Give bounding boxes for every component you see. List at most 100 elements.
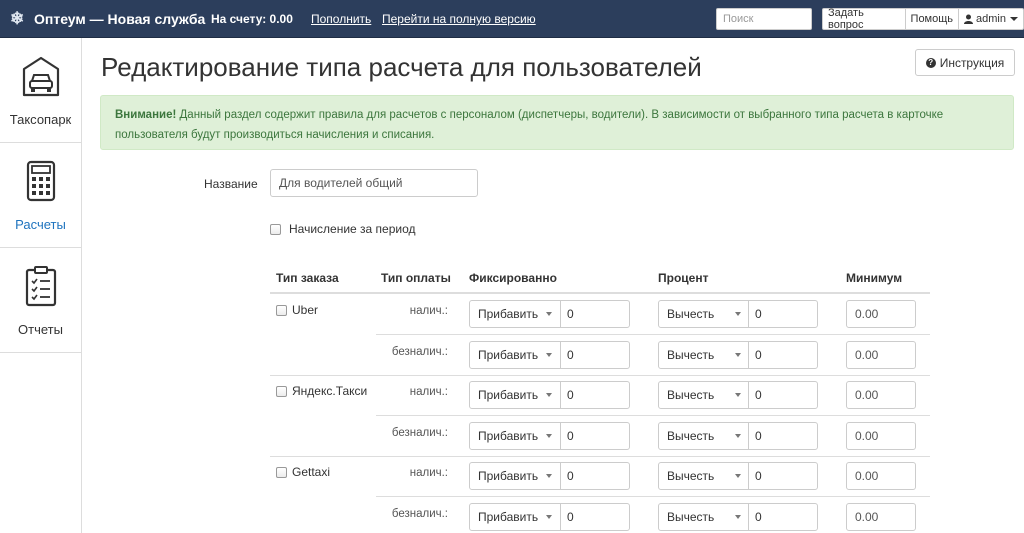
minimum-amount-input[interactable] bbox=[846, 381, 916, 409]
instruction-button-label: Инструкция bbox=[939, 55, 1005, 70]
order-type-checkbox[interactable] bbox=[276, 466, 287, 478]
sidebar-item-reports[interactable]: Отчеты bbox=[0, 248, 81, 353]
percent-operation-value: Вычесть bbox=[667, 348, 715, 362]
percent-operation-select[interactable]: Вычесть bbox=[658, 300, 750, 328]
payment-type-label: безналич.: bbox=[391, 427, 448, 439]
fixed-amount-input[interactable] bbox=[560, 341, 630, 369]
page-title: Редактирование типа расчета для пользова… bbox=[101, 52, 702, 82]
search-input[interactable] bbox=[716, 8, 812, 30]
header-percent: Процент bbox=[658, 271, 709, 285]
top-navbar: ❄ Оптеум — Новая служба На счету: 0.00 П… bbox=[0, 0, 1024, 38]
navbar-button-group: Задать вопрос Помощь admin bbox=[822, 7, 1024, 31]
percent-operation-value: Вычесть bbox=[667, 307, 715, 321]
fixed-amount-input[interactable] bbox=[560, 300, 630, 328]
payment-type-label: налич.: bbox=[409, 467, 448, 479]
percent-operation-select[interactable]: Вычесть bbox=[658, 381, 750, 409]
percent-operation-select[interactable]: Вычесть bbox=[658, 462, 750, 490]
payment-type-label: налич.: bbox=[409, 305, 448, 317]
fixed-amount-input[interactable] bbox=[560, 422, 630, 450]
percent-amount-input[interactable] bbox=[748, 381, 818, 409]
ask-question-button[interactable]: Задать вопрос bbox=[822, 7, 906, 31]
order-type-label: Яндекс.Такси bbox=[292, 384, 368, 398]
payment-type-label: налич.: bbox=[409, 386, 448, 398]
sidebar-item-label: Отчеты bbox=[18, 322, 63, 337]
percent-operation-select[interactable]: Вычесть bbox=[658, 341, 750, 369]
chevron-down-icon bbox=[735, 474, 741, 478]
alert-strong: Внимание! bbox=[115, 109, 177, 121]
minimum-amount-input[interactable] bbox=[846, 503, 916, 531]
order-type-option[interactable]: Яндекс.Такси bbox=[276, 384, 367, 398]
user-menu-button[interactable]: admin bbox=[958, 8, 1024, 30]
header-divider bbox=[270, 292, 930, 294]
row-divider bbox=[270, 456, 930, 457]
alert-text: Данный раздел содержит правила для расче… bbox=[115, 109, 944, 141]
percent-amount-input[interactable] bbox=[748, 300, 818, 328]
full-version-link[interactable]: Перейти на полную версию bbox=[382, 12, 536, 26]
row-divider bbox=[376, 334, 930, 335]
period-accrual-option[interactable]: Начисление за период bbox=[270, 222, 416, 236]
chevron-down-icon bbox=[735, 515, 741, 519]
minimum-amount-input[interactable] bbox=[846, 462, 916, 490]
percent-operation-select[interactable]: Вычесть bbox=[658, 422, 750, 450]
chevron-down-icon bbox=[735, 434, 741, 438]
order-type-option[interactable]: Uber bbox=[276, 303, 318, 317]
fixed-operation-select[interactable]: Прибавить bbox=[469, 462, 561, 490]
payment-type-label: безналич.: bbox=[391, 508, 448, 520]
fixed-amount-input[interactable] bbox=[560, 462, 630, 490]
snowflake-logo-icon: ❄ bbox=[10, 9, 25, 28]
fixed-operation-value: Прибавить bbox=[478, 429, 539, 443]
header-payment-type: Тип оплаты bbox=[381, 271, 451, 285]
sidebar-item-label: Таксопарк bbox=[9, 112, 72, 127]
header-minimum: Минимум bbox=[846, 271, 903, 285]
fixed-operation-value: Прибавить bbox=[478, 469, 539, 483]
sidebar: Таксопарк Расчеты Отчеты bbox=[0, 38, 82, 533]
row-divider bbox=[376, 496, 930, 497]
percent-operation-value: Вычесть bbox=[667, 469, 715, 483]
fixed-amount-input[interactable] bbox=[560, 381, 630, 409]
fixed-operation-select[interactable]: Прибавить bbox=[469, 381, 561, 409]
chevron-down-icon bbox=[1010, 17, 1018, 21]
percent-amount-input[interactable] bbox=[748, 422, 818, 450]
order-type-option[interactable]: Gettaxi bbox=[276, 465, 330, 479]
brand[interactable]: ❄ Оптеум — Новая служба bbox=[10, 0, 205, 38]
fixed-operation-value: Прибавить bbox=[478, 307, 539, 321]
chevron-down-icon bbox=[546, 474, 552, 478]
instruction-button[interactable]: ? Инструкция bbox=[915, 49, 1015, 76]
chevron-down-icon bbox=[735, 312, 741, 316]
percent-operation-select[interactable]: Вычесть bbox=[658, 503, 750, 531]
chevron-down-icon bbox=[546, 515, 552, 519]
chevron-down-icon bbox=[546, 312, 552, 316]
chevron-down-icon bbox=[735, 353, 741, 357]
help-button[interactable]: Помощь bbox=[904, 8, 960, 30]
percent-operation-value: Вычесть bbox=[667, 388, 715, 402]
fixed-amount-input[interactable] bbox=[560, 503, 630, 531]
name-label: Название bbox=[204, 177, 258, 191]
user-name: admin bbox=[976, 13, 1006, 25]
name-field[interactable] bbox=[270, 169, 478, 197]
account-balance: На счету: 0.00 bbox=[211, 12, 293, 26]
sidebar-item-calculations[interactable]: Расчеты bbox=[0, 143, 81, 248]
header-fixed: Фиксированно bbox=[469, 271, 557, 285]
fixed-operation-select[interactable]: Прибавить bbox=[469, 300, 561, 328]
minimum-amount-input[interactable] bbox=[846, 422, 916, 450]
fixed-operation-value: Прибавить bbox=[478, 510, 539, 524]
calculator-icon bbox=[26, 160, 56, 202]
percent-amount-input[interactable] bbox=[748, 503, 818, 531]
percent-operation-value: Вычесть bbox=[667, 429, 715, 443]
row-divider bbox=[376, 415, 930, 416]
fixed-operation-select[interactable]: Прибавить bbox=[469, 422, 561, 450]
period-accrual-checkbox[interactable] bbox=[270, 223, 281, 235]
order-type-checkbox[interactable] bbox=[276, 304, 287, 316]
chevron-down-icon bbox=[546, 434, 552, 438]
period-accrual-label: Начисление за период bbox=[289, 222, 416, 236]
percent-amount-input[interactable] bbox=[748, 462, 818, 490]
minimum-amount-input[interactable] bbox=[846, 341, 916, 369]
chevron-down-icon bbox=[735, 393, 741, 397]
fixed-operation-select[interactable]: Прибавить bbox=[469, 503, 561, 531]
sidebar-item-taxopark[interactable]: Таксопарк bbox=[0, 38, 81, 143]
topup-link[interactable]: Пополнить bbox=[311, 12, 371, 26]
fixed-operation-select[interactable]: Прибавить bbox=[469, 341, 561, 369]
order-type-checkbox[interactable] bbox=[276, 385, 287, 397]
percent-amount-input[interactable] bbox=[748, 341, 818, 369]
minimum-amount-input[interactable] bbox=[846, 300, 916, 328]
